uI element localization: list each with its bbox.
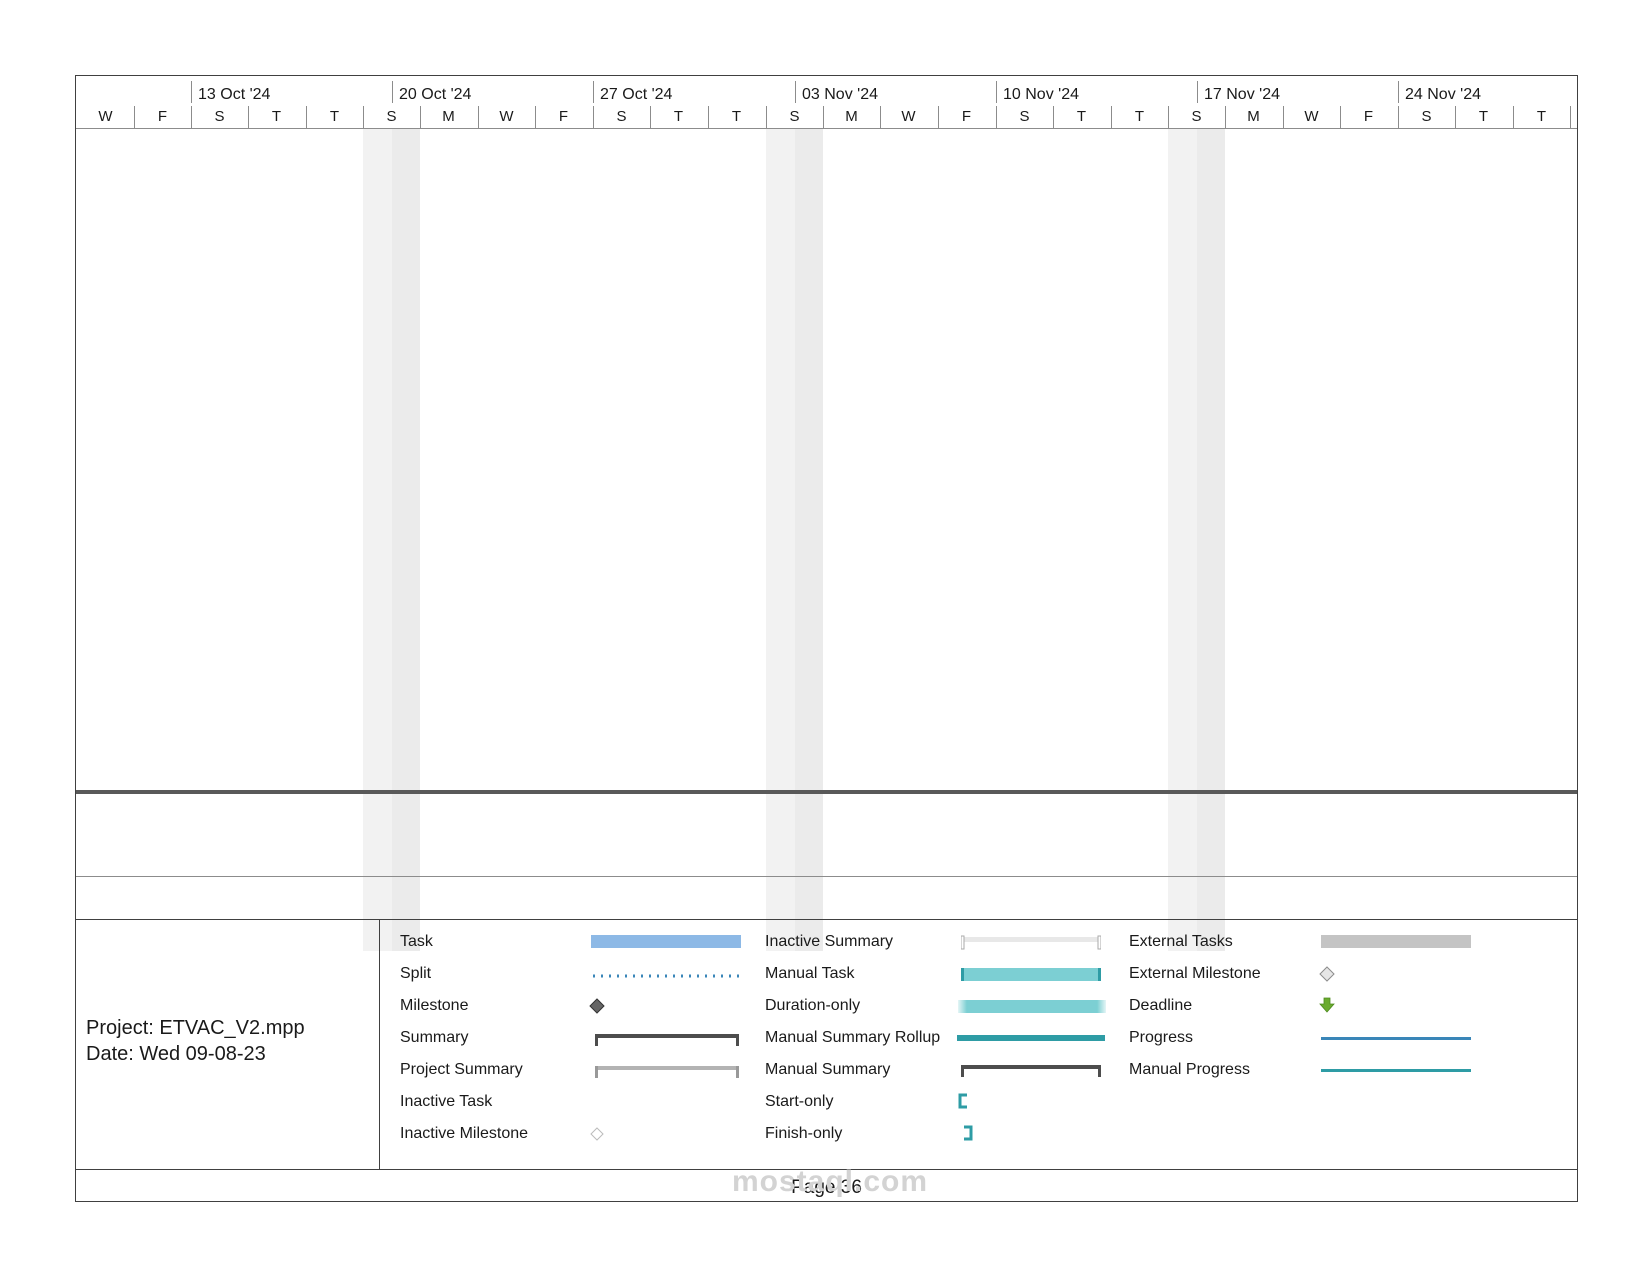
legend-label-inactive-task: Inactive Task <box>400 1093 493 1110</box>
legend-label-progress: Progress <box>1129 1029 1194 1046</box>
legend-label-milestone: Milestone <box>400 997 469 1014</box>
manual-task-symbol <box>961 968 1101 981</box>
legend-label-split: Split <box>400 965 432 982</box>
timescale-header: 13 Oct '24 20 Oct '24 27 Oct '24 03 Nov … <box>76 76 1577 129</box>
day-label: M <box>845 108 858 125</box>
day-label: S <box>789 108 800 125</box>
legend-label-manual-progress: Manual Progress <box>1129 1061 1250 1078</box>
legend-label-summary: Summary <box>400 1029 469 1046</box>
week-label: 10 Nov '24 <box>1003 86 1079 103</box>
day-label: T <box>1076 108 1087 125</box>
project-name: Project: ETVAC_V2.mpp <box>86 1017 305 1039</box>
manual-summary-symbol <box>961 1065 1101 1077</box>
legend-label-external-milestone: External Milestone <box>1129 965 1261 982</box>
milestone-diamond-icon <box>589 998 605 1014</box>
legend-label-deadline: Deadline <box>1129 997 1193 1014</box>
legend-label-project-summary: Project Summary <box>400 1061 523 1078</box>
duration-only-symbol <box>958 1000 1106 1013</box>
day-label: T <box>1134 108 1145 125</box>
progress-line-symbol <box>1321 1037 1471 1040</box>
legend-label-manual-summary: Manual Summary <box>765 1061 891 1078</box>
chart-bottom-line <box>76 876 1577 877</box>
week-tick <box>593 81 594 103</box>
weekend-shade <box>1197 128 1225 951</box>
week-tick <box>191 81 192 103</box>
day-label: F <box>157 108 168 125</box>
week-tick <box>795 81 796 103</box>
legend-label-finish-only: Finish-only <box>765 1125 843 1142</box>
day-label: S <box>616 108 627 125</box>
legend-label-manual-task: Manual Task <box>765 965 855 982</box>
day-label: S <box>214 108 225 125</box>
legend-box: Project: ETVAC_V2.mpp Date: Wed 09-08-23… <box>76 919 1577 1171</box>
week-label: 27 Oct '24 <box>600 86 673 103</box>
day-label: M <box>1247 108 1260 125</box>
project-date: Date: Wed 09-08-23 <box>86 1043 266 1065</box>
weekend-shade <box>1168 128 1197 951</box>
week-tick <box>1398 81 1399 103</box>
week-tick <box>996 81 997 103</box>
day-label: S <box>1191 108 1202 125</box>
day-label: T <box>1478 108 1489 125</box>
week-tick <box>1197 81 1198 103</box>
day-label: S <box>1019 108 1030 125</box>
week-label: 03 Nov '24 <box>802 86 878 103</box>
legend-label-external-tasks: External Tasks <box>1129 933 1233 950</box>
day-label: W <box>901 108 916 125</box>
watermark-logo: mostaql.com <box>731 1165 929 1198</box>
start-only-icon <box>958 1093 967 1109</box>
legend-label-duration-only: Duration-only <box>765 997 861 1014</box>
day-label: W <box>98 108 113 125</box>
day-tick <box>1570 106 1571 128</box>
day-label: T <box>673 108 684 125</box>
gantt-page-frame: 13 Oct '24 20 Oct '24 27 Oct '24 03 Nov … <box>75 75 1578 1202</box>
external-milestone-icon <box>1319 966 1335 982</box>
project-summary-bar-symbol <box>595 1066 739 1078</box>
legend-label-inactive-milestone: Inactive Milestone <box>400 1125 529 1142</box>
day-label: F <box>961 108 972 125</box>
legend-label-task: Task <box>400 933 433 950</box>
manual-progress-line-symbol <box>1321 1069 1471 1072</box>
weekend-shade <box>392 128 420 951</box>
day-label: S <box>1421 108 1432 125</box>
weekend-shade <box>363 128 392 951</box>
project-info-box: Project: ETVAC_V2.mpp Date: Wed 09-08-23 <box>76 920 380 1170</box>
day-label: F <box>1363 108 1374 125</box>
day-label: T <box>271 108 282 125</box>
external-tasks-symbol <box>1321 935 1471 948</box>
split-symbol <box>593 974 741 978</box>
day-label: W <box>1304 108 1319 125</box>
week-label: 24 Nov '24 <box>1405 86 1481 103</box>
day-label: T <box>731 108 742 125</box>
week-label: 17 Nov '24 <box>1204 86 1280 103</box>
legend-label-start-only: Start-only <box>765 1093 834 1110</box>
day-label: W <box>499 108 514 125</box>
week-label: 13 Oct '24 <box>198 86 271 103</box>
day-label: T <box>329 108 340 125</box>
legend-label-inactive-summary: Inactive Summary <box>765 933 894 950</box>
chart-split-line <box>76 790 1577 794</box>
weekend-shade <box>766 128 795 951</box>
week-tick <box>392 81 393 103</box>
task-bar-symbol <box>591 935 741 948</box>
day-label: S <box>386 108 397 125</box>
day-label: F <box>558 108 569 125</box>
deadline-arrow-icon <box>1319 997 1335 1013</box>
legend-label-manual-summary-rollup: Manual Summary Rollup <box>765 1029 941 1046</box>
finish-only-icon <box>964 1125 973 1141</box>
weekend-shade <box>795 128 823 951</box>
day-label: M <box>442 108 455 125</box>
manual-summary-rollup-symbol <box>957 1035 1105 1041</box>
day-label: T <box>1536 108 1547 125</box>
summary-bar-symbol <box>595 1034 739 1046</box>
inactive-milestone-icon <box>590 1127 604 1141</box>
week-label: 20 Oct '24 <box>399 86 472 103</box>
inactive-summary-symbol <box>961 935 1101 950</box>
